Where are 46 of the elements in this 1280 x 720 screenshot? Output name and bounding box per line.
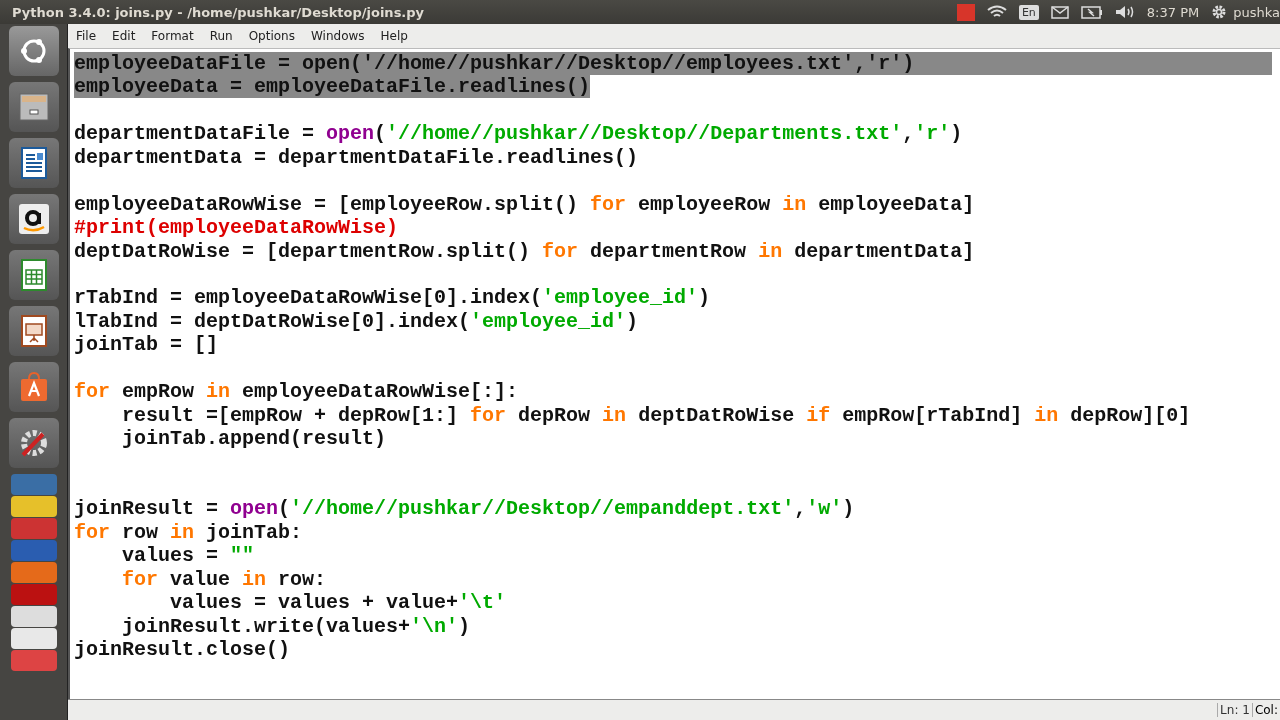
volume-icon[interactable] xyxy=(1114,5,1135,19)
code-line: #print(employeeDataRowWise) xyxy=(74,216,399,240)
launcher-stack-drawing[interactable] xyxy=(8,474,59,671)
code-line: departmentData = departmentDataFile.readlines() xyxy=(74,145,639,169)
column-indicator: Col: xyxy=(1251,703,1280,717)
code-line: for empRow in employeeDataRowWise[:]: xyxy=(74,380,519,404)
menu-item[interactable]: File xyxy=(76,29,97,43)
dash-icon[interactable] xyxy=(8,26,59,76)
code-line: for value in row: xyxy=(121,567,327,591)
spreadsheet-icon[interactable] xyxy=(8,250,59,300)
amazon-icon[interactable] xyxy=(8,194,59,244)
code-line: departmentDataFile = open('//home//pushkar//Desktop//Departments.txt','r') xyxy=(74,122,963,146)
code-line: lTabInd = deptDatRoWise[0].index('employee_id') xyxy=(74,309,639,333)
code-line: joinResult.write(values+'\n') xyxy=(121,614,471,638)
code-editor[interactable] xyxy=(68,48,1280,699)
menu-item[interactable]: Run xyxy=(209,29,233,43)
keyboard-layout-indicator[interactable]: En xyxy=(1018,4,1039,20)
code-line: joinTab.append(result) xyxy=(121,427,387,450)
code-line: joinResult = open('//home//pushkar//Desktop//empanddept.txt','w') xyxy=(74,497,855,521)
presentation-icon[interactable] xyxy=(8,306,59,356)
code-line: deptDatRoWise = [departmentRow.split() for departmentRow in departmentData] xyxy=(74,239,975,263)
settings-icon[interactable] xyxy=(1211,4,1228,20)
line-number-indicator: Ln: 1 xyxy=(1217,703,1252,717)
document-icon[interactable] xyxy=(8,138,59,188)
code-line: for row in joinTab: xyxy=(74,520,303,544)
menu-item[interactable]: Windows xyxy=(310,29,365,43)
wifi-icon[interactable] xyxy=(986,5,1007,19)
clock[interactable]: 8:37 PM xyxy=(1146,4,1200,20)
code-line: values = values + value+'\t' xyxy=(169,591,507,615)
user-name[interactable]: pushka xyxy=(1233,4,1280,20)
file-cabinet-icon[interactable] xyxy=(8,82,59,132)
gear-wrench-icon[interactable] xyxy=(8,418,59,468)
menu-item[interactable]: Edit xyxy=(112,29,136,43)
menu-item[interactable]: Help xyxy=(380,29,408,43)
code-line: rTabInd = employeeDataRowWise[0].index('employee_id') xyxy=(74,286,711,310)
window-title: Python 3.4.0: joins.py - /home/pushkar/Desktop/joins.py xyxy=(12,4,425,20)
code-line: joinTab = [] xyxy=(74,333,219,357)
shopping-bag-icon[interactable] xyxy=(8,362,59,412)
mail-icon[interactable] xyxy=(1050,5,1069,19)
code-line: result =[empRow + depRow[1:] for depRow in deptDatRoWise if empRow[rTabInd] in depRow][0] xyxy=(121,403,1191,427)
battery-icon[interactable] xyxy=(1080,5,1103,19)
code-line: values = "" xyxy=(121,544,255,568)
menu-item[interactable]: Options xyxy=(248,29,295,43)
menu-item[interactable]: Format xyxy=(151,29,194,43)
code-line: employeeDataRowWise = [employeeRow.split() for employeeRow in employeeData] xyxy=(74,192,975,216)
code-line: joinResult.close() xyxy=(74,637,291,661)
